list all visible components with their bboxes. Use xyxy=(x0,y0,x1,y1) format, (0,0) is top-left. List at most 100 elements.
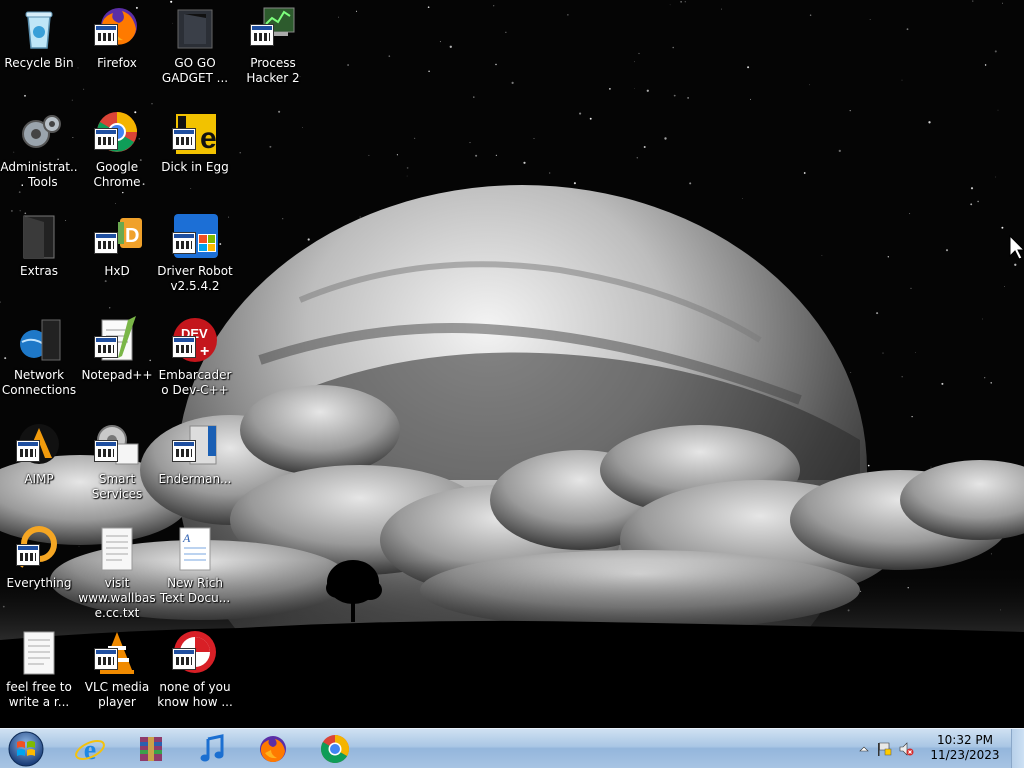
new-rich-text-icon: A xyxy=(170,524,220,574)
clock-date: 11/23/2023 xyxy=(930,748,1000,762)
desktop-icon-label: Enderman... xyxy=(158,472,232,486)
desktop-icon-label: New Rich Text Docu... xyxy=(159,576,231,605)
desktop-icon-label: Process Hacker 2 xyxy=(246,56,300,85)
music-note-icon xyxy=(200,734,224,762)
action-center-tray[interactable] xyxy=(876,741,892,757)
desktop-icon-admin-tools[interactable]: Administrat... Tools xyxy=(0,104,78,202)
desktop-icon-label: Extras xyxy=(20,264,58,278)
svg-text:e: e xyxy=(200,122,217,155)
desktop-icon-visit-wallbase[interactable]: visit www.wallbas e.cc.txt xyxy=(78,520,156,620)
desktop-icon-hxd[interactable]: D HxD xyxy=(78,208,156,306)
desktop-icon-embarcadero[interactable]: DEV + Embarcadero Dev-C++ xyxy=(156,312,234,410)
taskbar-firefox[interactable] xyxy=(247,731,299,767)
desktop-icon-label: Network Connections xyxy=(1,368,77,397)
smart-services-icon xyxy=(92,420,142,470)
desktop-icon-label: Firefox xyxy=(97,56,137,70)
desktop-icon-none-of-you[interactable]: none of you know how ... xyxy=(156,624,234,722)
desktop-icon-label: Embarcadero Dev-C++ xyxy=(158,368,232,397)
desktop-icon-new-rich-text[interactable]: A New Rich Text Docu... xyxy=(156,520,234,618)
shortcut-overlay-icon xyxy=(172,440,196,462)
vlc-icon xyxy=(92,628,142,678)
internet-explorer-icon: e xyxy=(75,735,105,765)
everything-icon xyxy=(14,524,64,574)
driver-robot-icon xyxy=(170,212,220,262)
desktop-icon-label: VLC media player xyxy=(84,680,150,709)
desktop-icon-dick-in-egg[interactable]: e Dick in Egg xyxy=(156,104,234,202)
go-go-gadget-icon xyxy=(170,4,220,54)
dick-in-egg-icon: e xyxy=(170,108,220,158)
desktop-icon-recycle-bin[interactable]: Recycle Bin xyxy=(0,0,78,98)
extras-icon xyxy=(14,212,64,262)
desktop-icon-label: feel free to write a r... xyxy=(6,680,72,709)
network-connections-icon xyxy=(14,316,64,366)
taskbar-chrome[interactable] xyxy=(309,731,361,767)
shortcut-overlay-icon xyxy=(94,336,118,358)
clock-time: 10:32 PM xyxy=(937,733,993,747)
clock[interactable]: 10:32 PM 11/23/2023 xyxy=(924,733,1006,763)
taskbar: e 10:32 PM 11/23/2023 xyxy=(0,728,1024,768)
shortcut-overlay-icon xyxy=(172,128,196,150)
desktop-icon-network-connections[interactable]: Network Connections xyxy=(0,312,78,410)
process-hacker-icon xyxy=(248,4,298,54)
desktop[interactable]: Recycle Bin Firefox GO GO GADGET ... Proces… xyxy=(0,0,1024,768)
admin-tools-icon xyxy=(14,108,64,158)
shortcut-overlay-icon xyxy=(94,440,118,462)
desktop-icon-feel-free[interactable]: feel free to write a r... xyxy=(0,624,78,722)
windows-logo-icon xyxy=(8,731,44,767)
google-chrome-icon xyxy=(92,108,142,158)
hxd-icon: D xyxy=(92,212,142,262)
winrar-icon xyxy=(140,737,162,761)
taskbar-itunes[interactable] xyxy=(186,731,238,767)
desktop-icon-label: Smart Services xyxy=(91,472,143,501)
desktop-icon-driver-robot[interactable]: Driver Robot v2.5.4.2 xyxy=(156,208,234,306)
firefox-icon xyxy=(92,4,142,54)
aimp-icon xyxy=(14,420,64,470)
recycle-bin-icon xyxy=(14,4,64,54)
taskbar-winrar[interactable] xyxy=(125,731,177,767)
start-button[interactable] xyxy=(4,730,48,768)
shortcut-overlay-icon xyxy=(250,24,274,46)
show-desktop-button[interactable] xyxy=(1011,729,1024,768)
embarcadero-icon: DEV + xyxy=(170,316,220,366)
shortcut-overlay-icon xyxy=(172,232,196,254)
desktop-icon-go-go-gadget[interactable]: GO GO GADGET ... xyxy=(156,0,234,98)
shortcut-overlay-icon xyxy=(16,544,40,566)
volume-tray[interactable] xyxy=(898,741,914,757)
svg-text:D: D xyxy=(125,225,139,247)
desktop-icon-aimp[interactable]: AIMP xyxy=(0,416,78,514)
chrome-icon xyxy=(321,735,349,763)
desktop-icon-smart-services[interactable]: Smart Services xyxy=(78,416,156,514)
desktop-icon-label: Notepad++ xyxy=(81,368,153,382)
desktop-icon-label: Driver Robot v2.5.4.2 xyxy=(157,264,233,293)
notepad-plus-icon xyxy=(92,316,142,366)
desktop-icon-enderman[interactable]: Enderman... xyxy=(156,416,234,514)
svg-text:+: + xyxy=(200,343,209,360)
desktop-icon-everything[interactable]: Everything xyxy=(0,520,78,618)
desktop-icon-notepad-plus[interactable]: Notepad++ xyxy=(78,312,156,410)
system-tray: 10:32 PM 11/23/2023 xyxy=(854,729,1024,768)
desktop-icon-label: Everything xyxy=(6,576,72,590)
desktop-icon-label: HxD xyxy=(104,264,130,278)
shortcut-overlay-icon xyxy=(94,128,118,150)
desktop-icon-vlc[interactable]: VLC media player xyxy=(78,624,156,722)
shortcut-overlay-icon xyxy=(94,24,118,46)
desktop-icon-process-hacker[interactable]: Process Hacker 2 xyxy=(234,0,312,98)
desktop-icon-extras[interactable]: Extras xyxy=(0,208,78,306)
desktop-icon-label: none of you know how ... xyxy=(157,680,233,709)
desktop-icon-label: Administrat... Tools xyxy=(0,160,78,189)
show-hidden-icons-button[interactable] xyxy=(856,741,872,757)
visit-wallbase-icon xyxy=(92,524,142,574)
speaker-muted-icon xyxy=(899,742,914,756)
desktop-icon-firefox[interactable]: Firefox xyxy=(78,0,156,98)
desktop-icon-label: Recycle Bin xyxy=(4,56,74,70)
taskbar-internet-explorer[interactable]: e xyxy=(64,731,116,767)
desktop-icon-label: visit www.wallbas e.cc.txt xyxy=(78,576,156,620)
none-of-you-icon xyxy=(170,628,220,678)
firefox-icon xyxy=(260,736,286,763)
flag-icon xyxy=(878,742,892,756)
shortcut-overlay-icon xyxy=(172,648,196,670)
desktop-icon-label: AIMP xyxy=(24,472,54,486)
shortcut-overlay-icon xyxy=(172,336,196,358)
shortcut-overlay-icon xyxy=(94,232,118,254)
desktop-icon-google-chrome[interactable]: Google Chrome xyxy=(78,104,156,202)
